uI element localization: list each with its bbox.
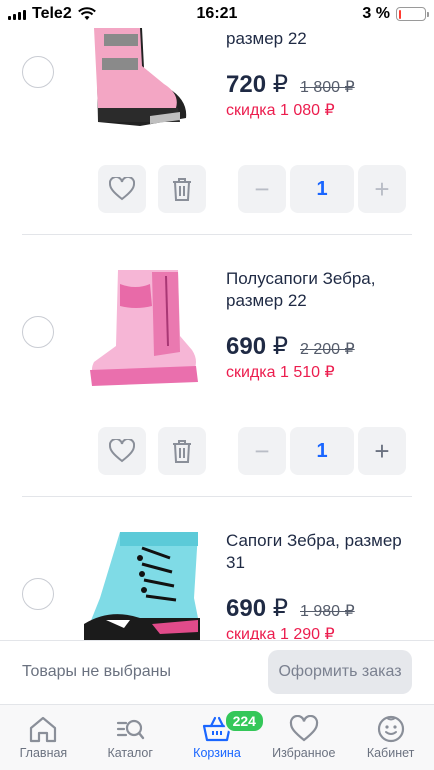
product-old-price: 1 980 ₽ <box>300 603 355 620</box>
item-divider <box>22 496 412 497</box>
favorite-button[interactable] <box>98 427 146 475</box>
product-old-price: 1 800 ₽ <box>300 79 355 96</box>
trash-icon <box>173 178 191 201</box>
selection-status: Товары не выбраны <box>22 663 171 680</box>
tab-cart[interactable]: Корзина 224 <box>174 705 265 770</box>
heart-icon <box>109 439 135 463</box>
product-title[interactable]: Полусапоги Зебра, размер 22 <box>226 268 416 312</box>
tab-label: Кабинет <box>366 746 415 760</box>
item-divider <box>22 234 412 235</box>
heart-icon <box>289 715 318 742</box>
decrease-button[interactable]: − <box>238 165 286 213</box>
tab-bar: Главная Каталог Корзина 224 Избранное Ка… <box>0 704 434 770</box>
product-image-pink-half-boot <box>90 270 198 386</box>
select-radio[interactable] <box>22 316 54 348</box>
product-price: 720 ₽ <box>226 71 288 98</box>
tab-label: Главная <box>19 746 68 760</box>
quantity-value[interactable]: 1 <box>290 165 354 213</box>
tab-home[interactable]: Главная <box>0 705 87 770</box>
product-title[interactable]: Сапоги Зебра, размер 31 <box>226 530 416 574</box>
cart-count-badge: 224 <box>223 709 265 733</box>
smiley-icon <box>377 715 404 743</box>
product-title[interactable]: размер 22 <box>226 28 416 50</box>
tab-favorites[interactable]: Избранное <box>260 705 347 770</box>
catalog-search-icon <box>117 719 145 740</box>
delete-button[interactable] <box>158 165 206 213</box>
product-discount: скидка 1 080 ₽ <box>226 102 335 119</box>
tab-account[interactable]: Кабинет <box>347 705 434 770</box>
heart-icon <box>109 177 135 201</box>
product-image-teal-boot <box>84 532 200 640</box>
product-price: 690 ₽ <box>226 595 288 622</box>
checkout-bar: Товары не выбраны Оформить заказ <box>0 640 434 704</box>
tab-catalog[interactable]: Каталог <box>87 705 174 770</box>
quantity-stepper: − 1 + <box>238 165 406 213</box>
home-icon <box>30 716 57 743</box>
tab-label: Каталог <box>107 746 153 760</box>
product-price: 690 ₽ <box>226 333 288 360</box>
trash-icon <box>173 440 191 463</box>
favorite-button[interactable] <box>98 165 146 213</box>
increase-button[interactable]: + <box>358 427 406 475</box>
select-radio[interactable] <box>22 56 54 88</box>
product-old-price: 2 200 ₽ <box>300 341 355 358</box>
checkout-button[interactable]: Оформить заказ <box>268 650 412 694</box>
tab-label: Избранное <box>272 746 336 760</box>
product-discount: скидка 1 510 ₽ <box>226 364 335 381</box>
battery-icon <box>396 7 429 21</box>
battery-percent: 3 % <box>362 5 390 22</box>
select-radio[interactable] <box>22 578 54 610</box>
status-bar: Tele2 16:21 3 % <box>0 0 434 28</box>
delete-button[interactable] <box>158 427 206 475</box>
quantity-value[interactable]: 1 <box>290 427 354 475</box>
tab-label: Корзина <box>193 746 241 760</box>
increase-button[interactable]: + <box>358 165 406 213</box>
decrease-button[interactable]: − <box>238 427 286 475</box>
quantity-stepper: − 1 + <box>238 427 406 475</box>
